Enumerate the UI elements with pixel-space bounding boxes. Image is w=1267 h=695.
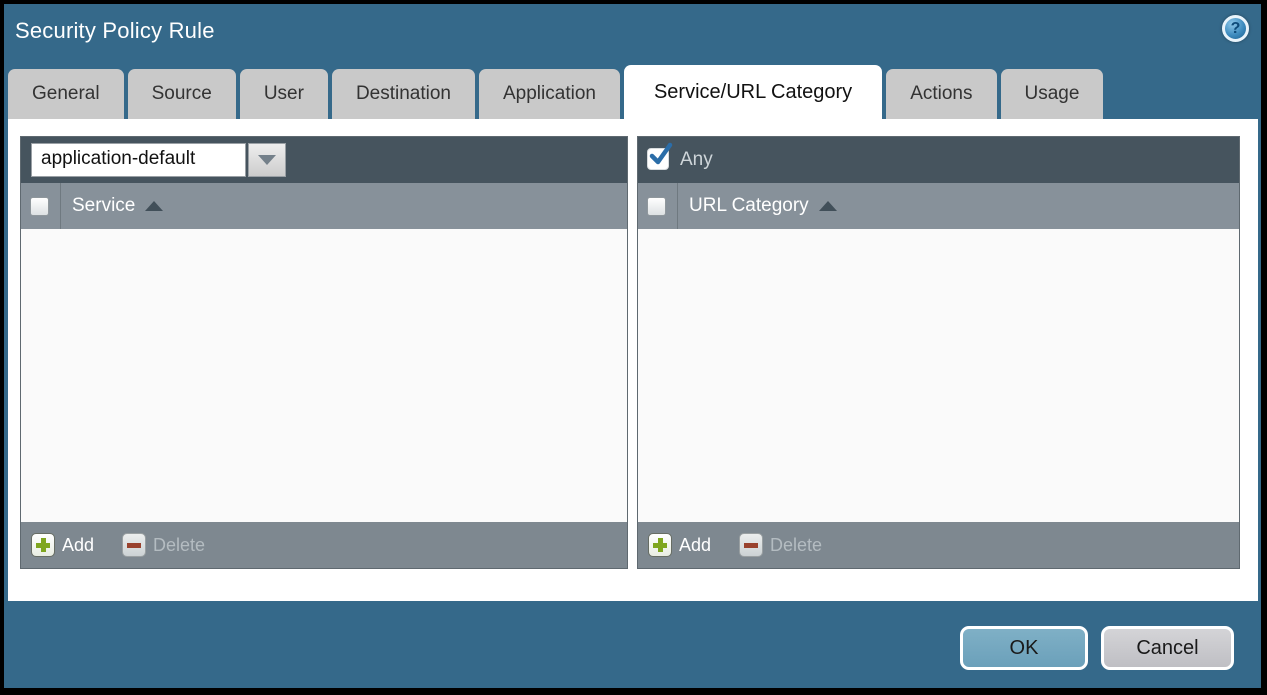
tab-application[interactable]: Application [479, 69, 620, 119]
service-column-header[interactable]: Service [72, 195, 135, 217]
plus-icon [31, 533, 55, 557]
url-category-list [638, 229, 1239, 522]
service-select-all-checkbox[interactable] [30, 197, 49, 216]
tab-actions[interactable]: Actions [886, 69, 996, 119]
service-add-button[interactable]: Add [31, 533, 94, 557]
url-category-add-button[interactable]: Add [648, 533, 711, 557]
tab-service-url-category[interactable]: Service/URL Category [624, 65, 882, 119]
column-divider [60, 183, 61, 229]
url-category-panel-toolbar: Any [638, 137, 1239, 183]
service-table-header: Service [21, 183, 627, 229]
help-icon[interactable]: ? [1222, 15, 1249, 42]
tab-bar: General Source User Destination Applicat… [8, 65, 1257, 119]
cancel-button[interactable]: Cancel [1101, 626, 1234, 670]
minus-icon [122, 533, 146, 557]
tab-destination[interactable]: Destination [332, 69, 475, 119]
tab-source[interactable]: Source [128, 69, 236, 119]
url-category-column-header[interactable]: URL Category [689, 195, 809, 217]
dialog-title: Security Policy Rule [15, 18, 215, 44]
plus-icon [648, 533, 672, 557]
security-policy-rule-dialog: Security Policy Rule ? General Source Us… [4, 4, 1261, 688]
any-checkbox[interactable] [647, 148, 669, 170]
service-panel-toolbar: application-default [21, 137, 627, 183]
tab-usage[interactable]: Usage [1001, 69, 1104, 119]
service-delete-button[interactable]: Delete [122, 533, 205, 557]
tab-general[interactable]: General [8, 69, 124, 119]
service-list [21, 229, 627, 522]
tab-user[interactable]: User [240, 69, 328, 119]
chevron-down-icon [258, 155, 276, 165]
service-panel-footer: Add Delete [21, 522, 627, 568]
minus-icon [739, 533, 763, 557]
checkmark-icon [649, 145, 671, 167]
service-type-dropdown-value[interactable]: application-default [31, 143, 246, 177]
tab-content: application-default Service Add [8, 119, 1258, 601]
column-divider [677, 183, 678, 229]
any-checkbox-label[interactable]: Any [680, 149, 713, 171]
sort-ascending-icon[interactable] [819, 201, 837, 211]
service-type-dropdown[interactable]: application-default [31, 143, 286, 177]
sort-ascending-icon[interactable] [145, 201, 163, 211]
url-category-panel-footer: Add Delete [638, 522, 1239, 568]
url-category-select-all-checkbox[interactable] [647, 197, 666, 216]
url-category-delete-button[interactable]: Delete [739, 533, 822, 557]
url-category-table-header: URL Category [638, 183, 1239, 229]
ok-button[interactable]: OK [960, 626, 1088, 670]
service-panel: application-default Service Add [20, 136, 628, 569]
url-category-panel: Any URL Category Add Delete [637, 136, 1240, 569]
service-type-dropdown-button[interactable] [248, 143, 286, 177]
